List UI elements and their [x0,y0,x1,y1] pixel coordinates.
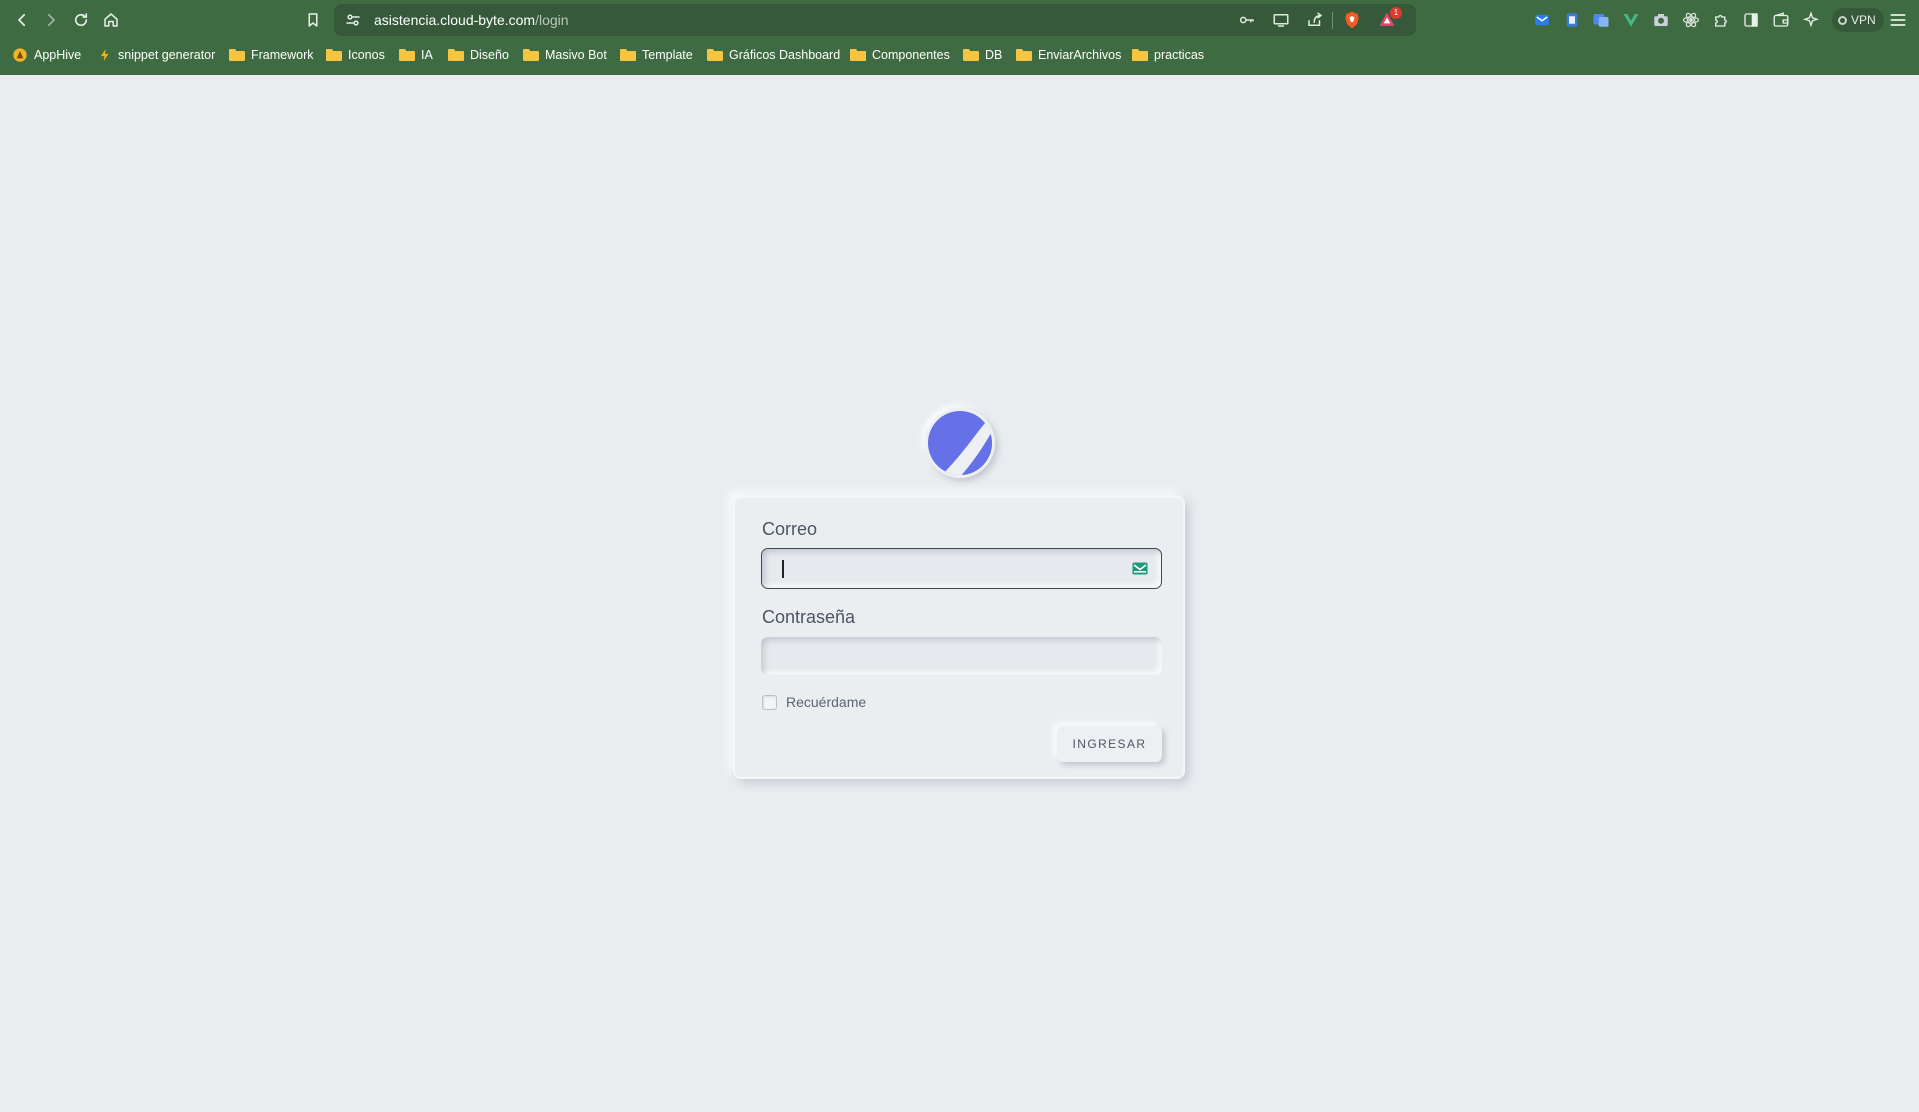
brave-shield-icon[interactable] [1342,10,1362,30]
app-logo [925,408,995,478]
bookmark-label: Masivo Bot [545,48,607,62]
folder-icon [963,49,979,61]
login-button[interactable]: INGRESAR [1057,726,1162,762]
wallet-icon[interactable] [1771,10,1791,30]
address-bar[interactable]: asistencia.cloud-byte.com/login 1 [334,4,1416,36]
folder-icon [1016,49,1032,61]
password-input[interactable] [777,637,1117,675]
folder-icon [1132,49,1148,61]
browser-toolbar: asistencia.cloud-byte.com/login 1 VPN [0,0,1919,40]
mail-extension-icon[interactable] [1532,10,1552,30]
bookmark-enviararchivos[interactable]: EnviarArchivos [1016,43,1121,67]
spark-icon [100,49,109,61]
folder-icon [523,49,539,61]
password-key-icon[interactable] [1238,11,1256,29]
back-icon[interactable] [10,8,34,32]
camera-extension-icon[interactable] [1651,10,1671,30]
email-field[interactable] [761,548,1162,589]
bookmark-practicas[interactable]: practicas [1132,43,1204,67]
url-host: asistencia.cloud-byte.com [374,12,536,28]
vpn-button[interactable]: VPN [1832,8,1884,32]
bookmark-label: snippet generator [118,48,216,62]
login-card: Correo Contraseña Recuérdame INGRESAR [733,496,1185,779]
vpn-label: VPN [1851,13,1876,27]
password-field[interactable] [761,637,1162,675]
vue-devtools-icon[interactable] [1621,10,1641,30]
password-label: Contraseña [762,607,856,627]
remember-checkbox[interactable] [762,694,777,710]
folder-icon [707,49,723,61]
bookmark-template[interactable]: Template [620,43,693,67]
logo-icon [928,411,992,475]
cast-icon[interactable] [1272,11,1290,29]
bookmark-icon[interactable] [301,8,325,32]
hamburger-menu-icon[interactable] [1888,10,1908,30]
folder-icon [399,49,415,61]
folder-icon [448,49,464,61]
login-page: Correo Contraseña Recuérdame INGRESAR [0,75,1919,1112]
rewards-badge: 1 [1390,7,1402,19]
bookmark-label: Iconos [348,48,385,62]
bookmark-graficos-dashboard[interactable]: Gráficos Dashboard [707,43,840,67]
email-input[interactable] [778,549,1118,588]
share-icon[interactable] [1306,11,1324,29]
folder-icon [326,49,342,61]
mail-icon [1132,562,1148,575]
site-settings-icon[interactable] [344,11,362,29]
folder-icon [229,49,245,61]
bookmark-iconos[interactable]: Iconos [326,43,385,67]
url-text[interactable]: asistencia.cloud-byte.com/login [374,12,569,28]
folder-icon [620,49,636,61]
folder-icon [850,49,866,61]
bookmark-label: DB [985,48,1003,62]
bookmark-label: Template [642,48,693,62]
bookmark-label: EnviarArchivos [1038,48,1122,62]
vpn-status-icon [1838,15,1847,25]
apphive-icon [13,48,27,62]
leo-ai-icon[interactable] [1801,10,1821,30]
bookmark-label: AppHive [34,48,82,62]
browser-chrome: asistencia.cloud-byte.com/login 1 VPN Ap… [0,0,1919,75]
home-icon[interactable] [99,8,123,32]
forward-icon[interactable] [39,8,63,32]
reload-icon[interactable] [69,8,93,32]
remember-label: Recuérdame [786,694,867,710]
bookmarks-bar: AppHive snippet generator Framework Icon… [0,43,1919,67]
bookmark-label: Componentes [872,48,950,62]
translate-extension-icon[interactable] [1591,10,1611,30]
bookmark-apphive[interactable]: AppHive [12,43,81,67]
bookmark-label: practicas [1154,48,1205,62]
bookmark-masivo-bot[interactable]: Masivo Bot [523,43,607,67]
document-extension-icon[interactable] [1562,10,1582,30]
bookmark-diseno[interactable]: Diseño [448,43,509,67]
bookmark-label: Gráficos Dashboard [729,48,841,62]
bookmark-label: Diseño [470,48,509,62]
bookmark-ia[interactable]: IA [399,43,433,67]
text-caret [782,560,784,578]
bookmark-label: Framework [251,48,314,62]
bookmark-framework[interactable]: Framework [229,43,314,67]
bookmark-db[interactable]: DB [963,43,1002,67]
sidebar-icon[interactable] [1741,10,1761,30]
extensions-puzzle-icon[interactable] [1711,10,1731,30]
url-separator [1332,12,1333,29]
bookmark-componentes[interactable]: Componentes [850,43,950,67]
bookmark-snippet-generator[interactable]: snippet generator [98,43,215,67]
url-path: /login [535,12,569,28]
react-devtools-icon[interactable] [1681,10,1701,30]
remember-me[interactable]: Recuérdame [762,694,866,710]
email-label: Correo [762,519,818,539]
bookmark-label: IA [421,48,433,62]
